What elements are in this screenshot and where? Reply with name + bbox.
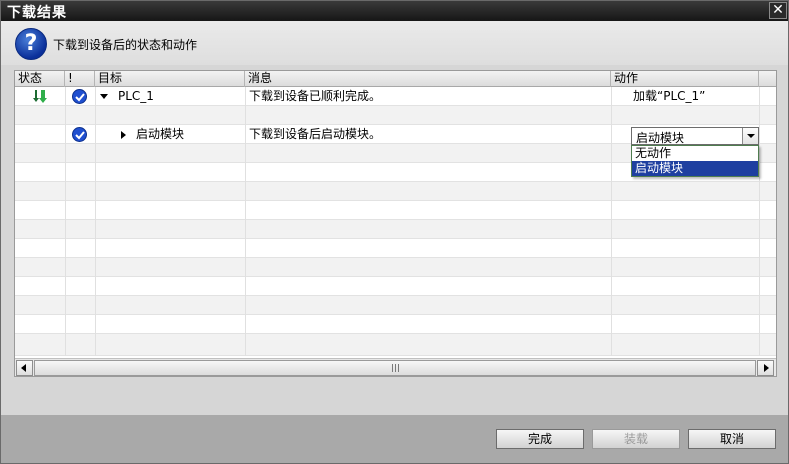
table-row [15, 296, 776, 315]
column-divider [95, 87, 96, 356]
column-filler [759, 71, 776, 87]
column-divider [611, 87, 612, 356]
table-row [15, 334, 776, 356]
action-select[interactable]: 启动模块 [631, 127, 759, 145]
table-header: 状态 ! 目标 消息 动作 [15, 71, 776, 87]
results-table: 状态 ! 目标 消息 动作 PLC_1 下载到设备已顺利完成。 加载“PLC_1… [14, 70, 777, 377]
column-message[interactable]: 消息 [245, 71, 611, 87]
table-row [15, 106, 776, 125]
table-row[interactable]: PLC_1 下载到设备已顺利完成。 加载“PLC_1” [15, 87, 776, 106]
title-bar: 下载结果 ✕ [1, 1, 788, 21]
cancel-button[interactable]: 取消 [688, 429, 776, 449]
chevron-down-icon[interactable] [742, 128, 758, 144]
row-message: 下载到设备后启动模块。 [249, 127, 382, 141]
scroll-thumb[interactable] [34, 360, 756, 376]
column-divider [245, 87, 246, 356]
window-title: 下载结果 [7, 5, 67, 21]
grip-icon [392, 364, 399, 372]
table-row [15, 220, 776, 239]
download-results-dialog: 下载结果 ✕ ? 下载到设备后的状态和动作 状态 ! 目标 消息 动作 PLC_… [0, 0, 789, 464]
option-start-module[interactable]: 启动模块 [632, 161, 758, 176]
table-row [15, 315, 776, 334]
table-row [15, 239, 776, 258]
collapse-arrow-icon[interactable] [100, 94, 108, 99]
row-target: PLC_1 [118, 89, 154, 103]
action-dropdown-list: 无动作 启动模块 [631, 145, 759, 177]
finish-button[interactable]: 完成 [496, 429, 584, 449]
header-area: ? 下载到设备后的状态和动作 [1, 21, 788, 65]
column-action[interactable]: 动作 [611, 71, 759, 87]
table-row [15, 277, 776, 296]
action-select-value: 启动模块 [636, 131, 685, 145]
horizontal-scrollbar[interactable] [15, 358, 776, 376]
table-row [15, 201, 776, 220]
scroll-left-button[interactable] [16, 360, 33, 376]
table-row [15, 258, 776, 277]
load-button[interactable]: 装载 [592, 429, 680, 449]
close-button[interactable]: ✕ [769, 2, 787, 19]
row-target: 启动模块 [136, 127, 185, 141]
column-target[interactable]: 目标 [95, 71, 245, 87]
column-status[interactable]: 状态 [15, 71, 65, 87]
scroll-right-button[interactable] [757, 360, 774, 376]
success-check-icon [72, 89, 87, 104]
table-row [15, 182, 776, 201]
row-action: 加载“PLC_1” [633, 89, 706, 103]
column-exclamation[interactable]: ! [65, 71, 95, 87]
success-check-icon [72, 127, 87, 142]
option-no-action[interactable]: 无动作 [632, 146, 758, 161]
help-icon: ? [15, 28, 47, 60]
column-divider [65, 87, 66, 356]
expand-arrow-icon[interactable] [121, 131, 126, 139]
download-arrow-icon [33, 90, 47, 103]
header-text: 下载到设备后的状态和动作 [53, 38, 198, 52]
column-divider [759, 87, 760, 356]
row-message: 下载到设备已顺利完成。 [249, 89, 382, 103]
button-bar: 完成 装载 取消 [1, 415, 788, 463]
